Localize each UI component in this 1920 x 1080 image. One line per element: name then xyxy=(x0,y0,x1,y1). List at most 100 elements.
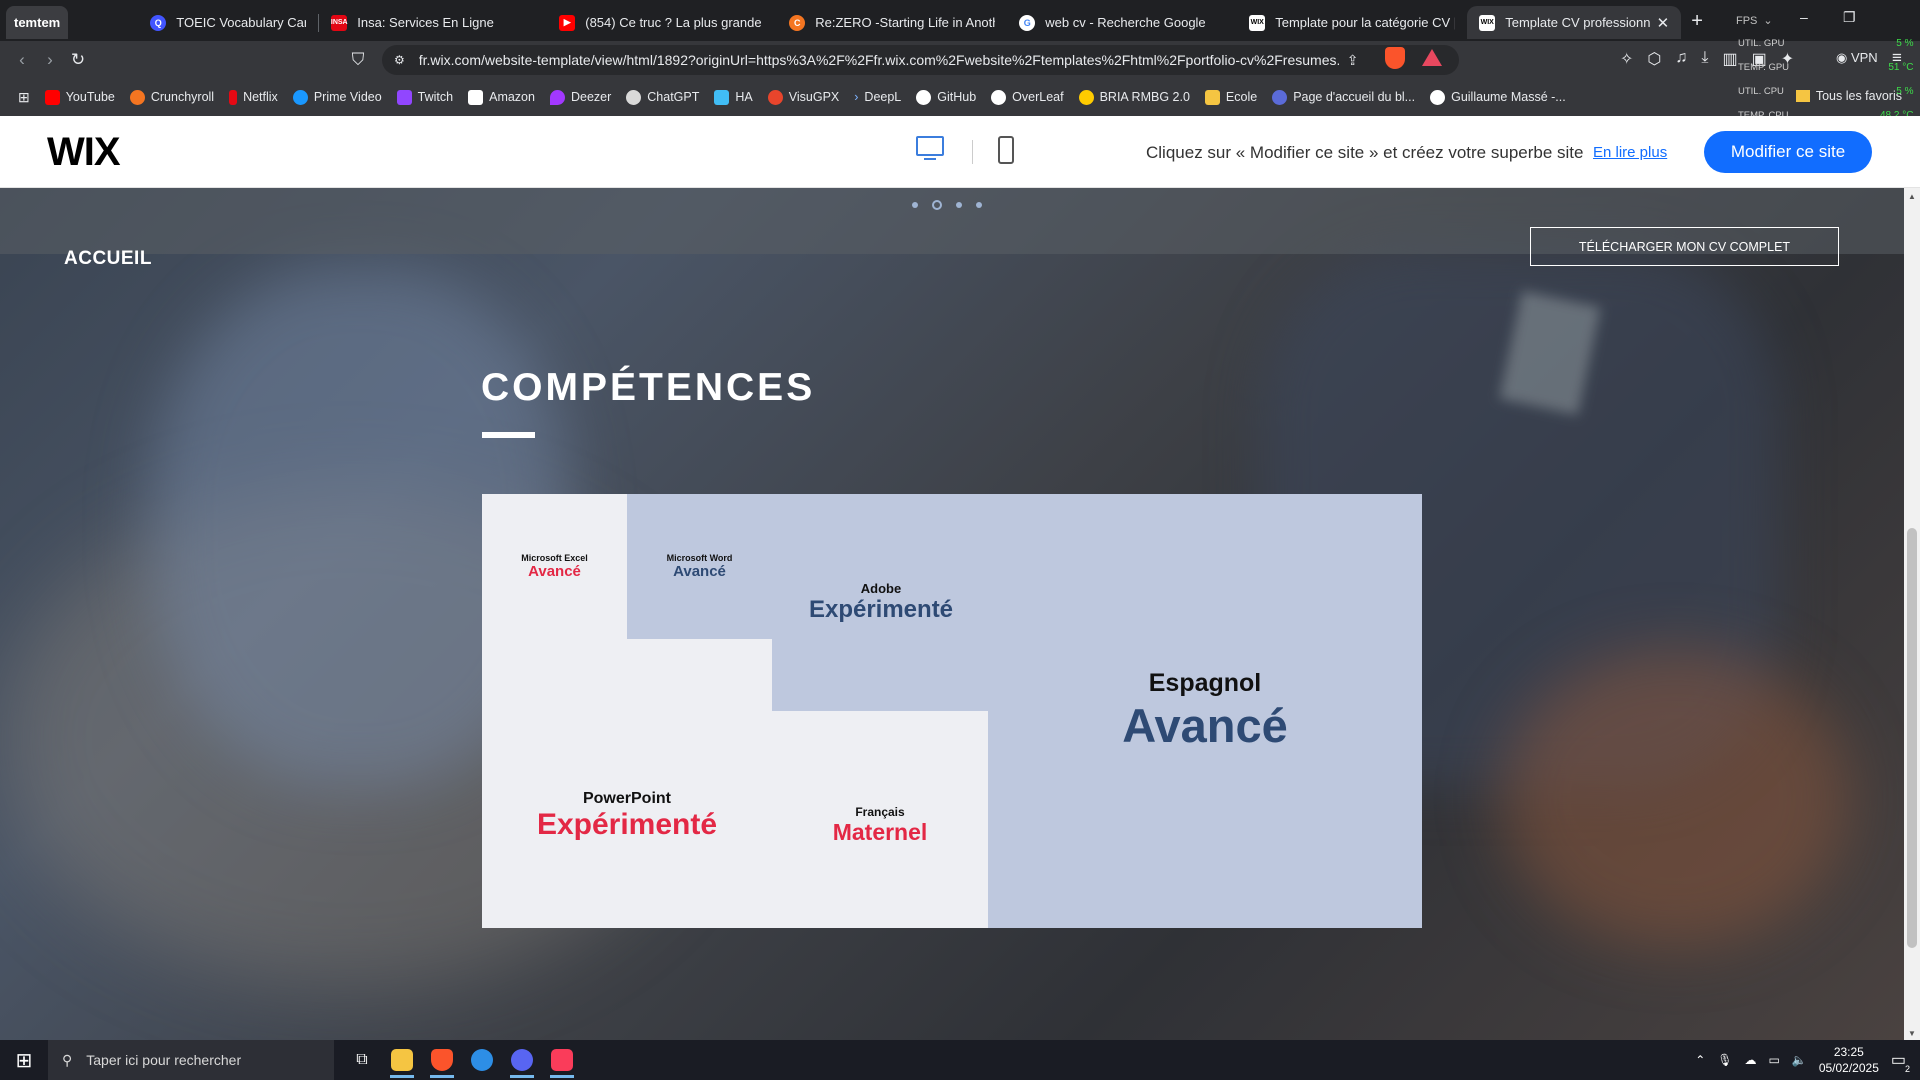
tab-group-temtem[interactable]: temtem xyxy=(6,6,69,39)
desktop-view-icon[interactable] xyxy=(916,136,944,160)
hardware-overlay-labels: UTIL. GPU TEMP. GPU UTIL. CPU TEMP. CPU xyxy=(1738,38,1789,122)
extension-icon[interactable]: ✧ xyxy=(1620,49,1633,69)
bookmark-ha[interactable]: HA xyxy=(714,89,753,105)
volume-icon[interactable]: 🔈 xyxy=(1792,1053,1807,1067)
bookmark-chatgpt[interactable]: ChatGPT xyxy=(626,89,699,105)
tab-wix-cv[interactable]: WIX Template CV professionnel | W ✕ xyxy=(1467,6,1682,39)
bookmark-amazon[interactable]: Amazon xyxy=(468,89,535,105)
file-explorer-icon[interactable] xyxy=(382,1040,422,1080)
wix-logo[interactable]: WIX xyxy=(47,130,121,175)
skills-treemap: Microsoft Excel Avancé Microsoft Word Av… xyxy=(482,494,1422,928)
tab-close-icon[interactable]: ✕ xyxy=(1657,14,1670,32)
bookmark-github[interactable]: GitHub xyxy=(916,89,977,105)
slider-dot[interactable] xyxy=(976,202,982,208)
quizlet-icon: Q xyxy=(150,14,167,31)
bookmark-netflix[interactable]: Netflix xyxy=(229,89,278,105)
folder-icon xyxy=(1204,89,1220,105)
taskbar-search[interactable]: ⚲ Taper ici pour rechercher xyxy=(48,1040,334,1080)
clock-time: 23:25 xyxy=(1833,1045,1864,1059)
brave-shields-icon[interactable] xyxy=(1385,47,1405,69)
brave-icon[interactable] xyxy=(422,1040,462,1080)
chevron-up-icon[interactable]: ⌃ xyxy=(1695,1053,1705,1067)
slider-dot-active[interactable] xyxy=(932,200,942,210)
back-icon[interactable]: ‹ xyxy=(8,50,36,70)
bookmark-twitch[interactable]: Twitch xyxy=(396,89,453,105)
bookmark-overleaf[interactable]: OverLeaf xyxy=(991,89,1064,105)
bookmark-deepl[interactable]: › DeepL xyxy=(854,90,901,104)
fps-indicator[interactable]: FPS ⌄ xyxy=(1736,14,1773,28)
new-tab-button[interactable]: + xyxy=(1691,10,1703,33)
vpn-button[interactable]: ◉ VPN xyxy=(1836,50,1878,66)
discord-icon[interactable] xyxy=(502,1040,542,1080)
background-photo xyxy=(1500,648,1850,948)
scrollbar-thumb[interactable] xyxy=(1907,528,1917,948)
onedrive-icon[interactable]: ☁ xyxy=(1745,1053,1757,1067)
music-icon[interactable]: ♫ xyxy=(1675,49,1687,69)
bookmark-visugpx[interactable]: VisuGPX xyxy=(767,89,839,105)
puzzle-icon[interactable]: ⬡ xyxy=(1647,49,1661,69)
bookmark-crunchyroll[interactable]: Crunchyroll xyxy=(129,89,214,105)
youtube-icon: ▶ xyxy=(559,14,576,31)
scroll-up-icon[interactable]: ▲ xyxy=(1908,192,1916,201)
page-scrollbar[interactable]: ▲ ▼ xyxy=(1904,188,1920,1040)
skill-level: Expérimenté xyxy=(536,807,718,841)
twitch-icon xyxy=(396,89,412,105)
address-bar[interactable]: ⚙ fr.wix.com/website-template/view/html/… xyxy=(382,45,1459,75)
edit-site-button[interactable]: Modifier ce site xyxy=(1704,131,1872,173)
slider-dot[interactable] xyxy=(912,202,918,208)
tab-google[interactable]: G web cv - Recherche Google xyxy=(1007,6,1237,39)
scroll-down-icon[interactable]: ▼ xyxy=(1908,1029,1916,1038)
itunes-icon[interactable] xyxy=(542,1040,582,1080)
skill-excel: Microsoft Excel Avancé xyxy=(482,494,627,639)
skill-level: Maternel xyxy=(832,819,928,845)
tab-quizlet[interactable]: Q TOEIC Vocabulary Cartes | Quizlet xyxy=(138,6,318,39)
brave-rewards-icon[interactable] xyxy=(1422,49,1442,66)
read-more-link[interactable]: En lire plus xyxy=(1593,144,1667,161)
network-icon[interactable]: ▭ xyxy=(1769,1053,1780,1067)
folder-icon xyxy=(1795,90,1810,102)
bookmark-label: OverLeaf xyxy=(1012,90,1064,104)
download-cv-button[interactable]: TÉLÉCHARGER MON CV COMPLET xyxy=(1530,227,1839,266)
bookmark-label: GitHub xyxy=(937,90,977,104)
thunderbird-icon[interactable] xyxy=(462,1040,502,1080)
bookmark-deezer[interactable]: Deezer xyxy=(549,89,611,105)
apps-grid-icon[interactable]: ⊞ xyxy=(18,89,30,106)
task-view-icon[interactable]: ⧉ xyxy=(342,1040,382,1080)
forward-icon[interactable]: › xyxy=(36,50,64,70)
download-icon[interactable]: ⤓ xyxy=(1701,49,1708,69)
tab-wix-category[interactable]: WIX Template pour la catégorie CV | Po xyxy=(1237,6,1467,39)
bookmark-wordpress[interactable]: Page d'accueil du bl... xyxy=(1272,89,1416,105)
tab-youtube[interactable]: ▶ (854) Ce truc ? La plus grande pro xyxy=(547,6,777,39)
nav-accueil[interactable]: ACCUEIL xyxy=(64,248,152,270)
reload-icon[interactable]: ↻ xyxy=(64,50,92,70)
tab-title: (854) Ce truc ? La plus grande pro xyxy=(585,15,766,30)
taskbar-clock[interactable]: 23:25 05/02/2025 xyxy=(1819,1044,1879,1076)
tab-crunchyroll[interactable]: C Re:ZERO -Starting Life in Another xyxy=(777,6,1007,39)
bookmark-folder-ecole[interactable]: Ecole xyxy=(1204,89,1257,105)
mobile-view-icon[interactable] xyxy=(998,136,1014,164)
bookmark-label: Page d'accueil du bl... xyxy=(1293,90,1416,104)
sidebar-icon[interactable]: ▥ xyxy=(1722,49,1737,69)
minimize-button[interactable]: – xyxy=(1800,9,1808,25)
microphone-icon[interactable]: 🎙 xyxy=(1717,1053,1732,1067)
bookmark-label: HA xyxy=(735,90,753,104)
slider-dot[interactable] xyxy=(956,202,962,208)
bookmark-icon[interactable]: ⛉ xyxy=(344,50,372,70)
bookmark-guillaume[interactable]: Guillaume Massé -... xyxy=(1430,89,1566,105)
bookmark-label: Netflix xyxy=(243,90,278,104)
bookmark-bria[interactable]: BRIA RMBG 2.0 xyxy=(1078,89,1190,105)
windows-start-icon[interactable]: ⊞ xyxy=(0,1048,48,1073)
notification-icon[interactable]: ▭ 2 xyxy=(1891,1050,1912,1074)
tab-insa[interactable]: INSA Insa: Services En Ligne xyxy=(319,6,547,39)
bookmark-prime-video[interactable]: Prime Video xyxy=(292,89,382,105)
share-icon[interactable]: ⇪ xyxy=(1347,52,1359,69)
site-info-icon[interactable]: ⚙ xyxy=(394,53,405,67)
insa-icon: INSA xyxy=(331,14,348,31)
bookmark-youtube[interactable]: YouTube xyxy=(44,89,115,105)
restore-button[interactable]: ❐ xyxy=(1843,9,1856,26)
search-icon: ⚲ xyxy=(62,1051,73,1068)
cv-site-page: ACCUEIL TÉLÉCHARGER MON CV COMPLET COMPÉ… xyxy=(0,188,1904,1040)
notification-count: 2 xyxy=(1902,1064,1912,1074)
netflix-icon xyxy=(229,89,238,105)
tab-title: Insa: Services En Ligne xyxy=(357,15,494,30)
